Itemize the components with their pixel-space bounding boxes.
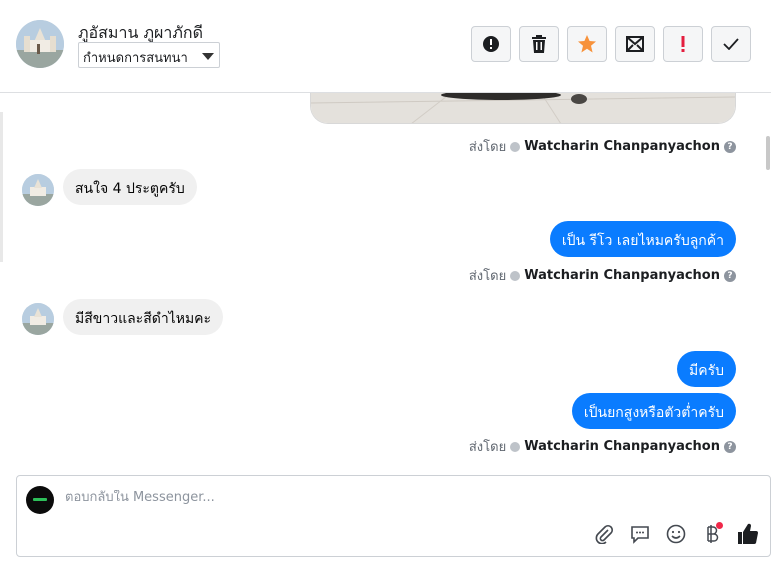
contact-avatar-small	[22, 303, 54, 335]
message-incoming[interactable]: สนใจ 4 ประตูครับ	[63, 169, 197, 205]
attachment-icon[interactable]	[592, 522, 616, 546]
delivered-check-icon	[510, 270, 521, 281]
agent-name[interactable]: Watcharin Chanpanyachon	[524, 439, 720, 454]
agent-name[interactable]: Watcharin Chanpanyachon	[524, 139, 720, 154]
panel-edge	[0, 112, 3, 262]
composer-actions	[592, 522, 760, 546]
page-avatar	[26, 486, 54, 514]
notification-dot	[716, 522, 723, 529]
star-button[interactable]	[567, 26, 607, 62]
payment-icon[interactable]	[700, 522, 724, 546]
reply-composer	[16, 475, 771, 557]
image-message[interactable]	[310, 93, 736, 124]
emoji-icon[interactable]	[664, 522, 688, 546]
delivered-check-icon	[510, 441, 521, 452]
help-icon[interactable]: ?	[724, 440, 736, 453]
message-outgoing[interactable]: มีครับ	[677, 351, 736, 387]
help-icon[interactable]: ?	[724, 140, 736, 153]
mark-unread-button[interactable]	[615, 26, 655, 62]
mark-done-button[interactable]	[711, 26, 751, 62]
sent-by-label: ส่งโดย	[468, 269, 507, 284]
star-icon	[578, 35, 596, 53]
sent-by-label: ส่งโดย	[468, 440, 507, 455]
conversation-label-select[interactable]: กำหนดการสนทนา	[78, 42, 220, 68]
message-outgoing[interactable]: เป็นยกสูงหรือตัวต่ำครับ	[571, 393, 736, 429]
conversation-toolbar	[471, 26, 751, 62]
saved-reply-icon[interactable]	[628, 522, 652, 546]
exclamation-icon	[681, 36, 685, 52]
agent-name[interactable]: Watcharin Chanpanyachon	[524, 268, 720, 283]
help-icon[interactable]: ?	[724, 269, 736, 282]
like-icon[interactable]	[736, 522, 760, 546]
sent-by-line: ส่งโดย Watcharin Chanpanyachon ?	[469, 136, 736, 157]
follow-up-button[interactable]	[663, 26, 703, 62]
delivered-check-icon	[510, 141, 521, 152]
delete-button[interactable]	[519, 26, 559, 62]
contact-avatar-small	[22, 174, 54, 206]
sent-by-label: ส่งโดย	[468, 140, 507, 155]
label-select-value: กำหนดการสนทนา	[83, 51, 188, 66]
scrollbar-thumb[interactable]	[766, 136, 770, 170]
contact-avatar[interactable]	[16, 20, 64, 68]
message-outgoing[interactable]: เป็น รีโว เลยไหมครับลูกค้า	[549, 221, 736, 257]
spam-button[interactable]	[471, 26, 511, 62]
caret-down-icon	[202, 53, 214, 60]
checkmark-icon	[723, 38, 739, 50]
conversation-header: ภูอัสมาน ภูผาภักดี กำหนดการสนทนา	[0, 0, 771, 93]
thread-scrollbar[interactable]	[763, 93, 771, 465]
sent-by-line: ส่งโดย Watcharin Chanpanyachon ?	[469, 265, 736, 286]
reply-input[interactable]	[65, 490, 725, 505]
alert-circle-icon	[483, 36, 499, 52]
sent-by-line: ส่งโดย Watcharin Chanpanyachon ?	[469, 436, 736, 457]
message-incoming[interactable]: มีสีขาวและสีดำไหมคะ	[63, 299, 224, 335]
envelope-icon	[626, 36, 644, 52]
trash-icon	[532, 35, 546, 53]
